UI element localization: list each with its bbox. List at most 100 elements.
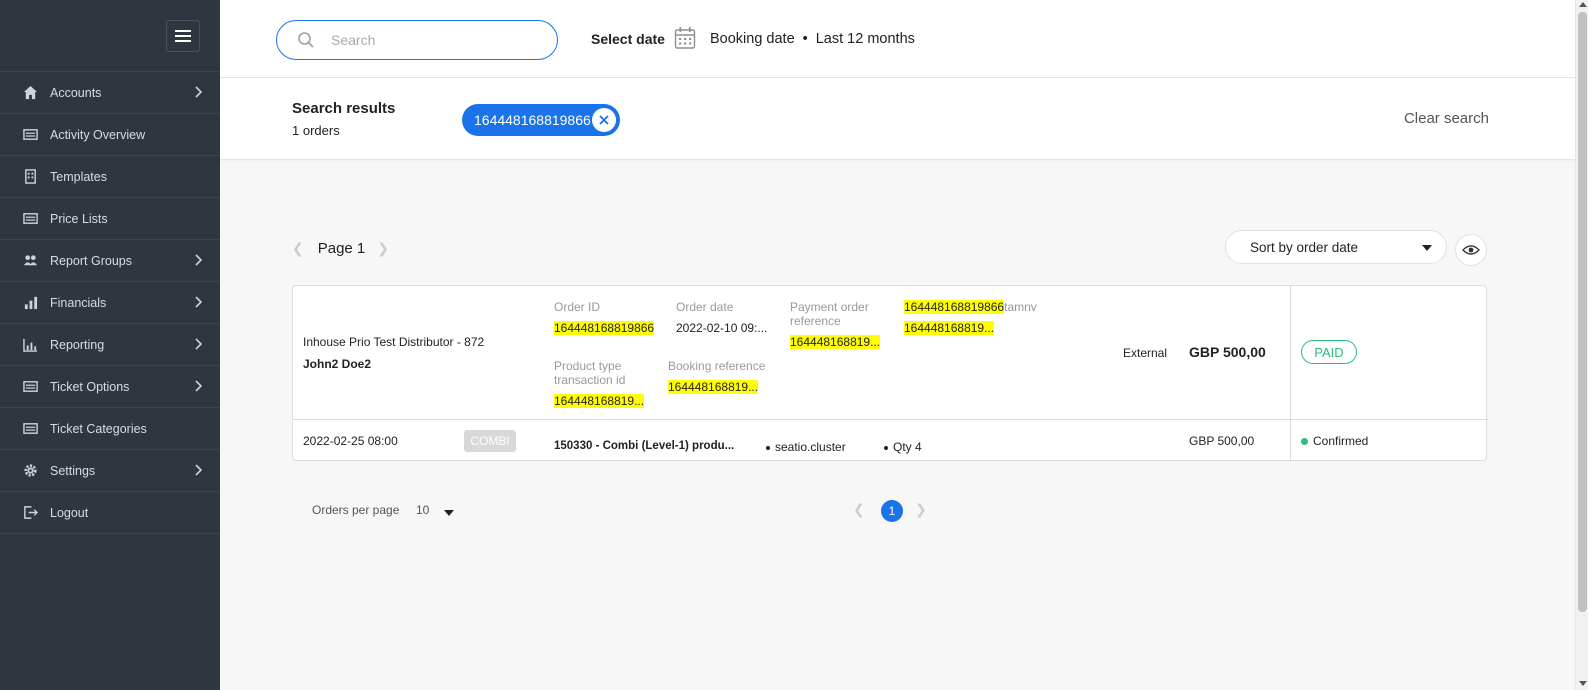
payment-ref: 164448168819... [790, 335, 881, 349]
line-amount: GBP 500,00 [1189, 434, 1255, 448]
search-input[interactable] [331, 32, 531, 48]
sidebar-item-label: Accounts [50, 85, 102, 100]
menu-toggle-button[interactable] [166, 20, 200, 52]
line-product: 150330 - Combi (Level-1) produ... [554, 440, 735, 452]
line-qty: Qty 4 [884, 440, 922, 454]
sidebar-item-ticket-categories[interactable]: Ticket Categories [0, 408, 220, 450]
sidebar-item-reporting[interactable]: Reporting [0, 324, 220, 366]
list-icon [22, 421, 38, 437]
search-icon [298, 32, 314, 48]
bar-chart-icon [22, 295, 38, 311]
sidebar-item-label: Logout [50, 505, 89, 520]
results-count: 1 orders [292, 123, 340, 138]
customer-name: John2 Doe2 [303, 357, 372, 371]
chevron-right-icon[interactable]: ❯ [377, 240, 389, 257]
sidebar-header [0, 0, 220, 72]
date-type: Booking date [710, 31, 795, 47]
sidebar-item-label: Financials [50, 295, 107, 310]
sidebar-item-accounts[interactable]: Accounts [0, 72, 220, 114]
search-results-bar: Search results 1 orders 164448168819866 … [220, 78, 1575, 160]
search-box[interactable] [276, 20, 558, 60]
date-filter[interactable]: Booking date • Last 12 months [710, 31, 915, 47]
main-content: Select date Booking date•Last 12 months … [220, 0, 1575, 690]
date-range: Last 12 months [815, 31, 915, 47]
orders-per-page-select[interactable]: 10 [416, 503, 429, 517]
divider [293, 419, 1488, 420]
extra-reference-2: 164448168819... [904, 321, 995, 335]
home-icon [22, 85, 38, 101]
clear-search-link[interactable]: Clear search [1404, 110, 1489, 127]
date-separator: • [802, 31, 808, 47]
current-page-button[interactable]: 1 [881, 500, 903, 522]
close-icon[interactable] [592, 108, 616, 132]
chevron-right-icon [194, 464, 203, 476]
chevron-right-icon [194, 254, 203, 266]
sidebar-item-templates[interactable]: Templates [0, 156, 220, 198]
order-card[interactable]: Inhouse Prio Test Distributor - 872 John… [292, 285, 1488, 462]
sidebar-item-price-lists[interactable]: Price Lists [0, 198, 220, 240]
scroll-up-icon[interactable] [1579, 2, 1587, 7]
sidebar: Accounts Activity Overview Templates Pri… [0, 0, 220, 690]
order-date-label: Order date [676, 300, 734, 314]
gear-icon [22, 463, 38, 479]
sidebar-item-logout[interactable]: Logout [0, 492, 220, 534]
sidebar-item-label: Reporting [50, 337, 105, 352]
caret-down-icon [1422, 245, 1432, 251]
order-id[interactable]: 164448168819866 [554, 321, 655, 335]
chevron-right-icon [194, 380, 203, 392]
next-page-icon[interactable]: ❯ [915, 501, 927, 518]
view-toggle-button[interactable] [1455, 234, 1487, 266]
product-type-id: 164448168819... [554, 394, 645, 408]
chevron-left-icon[interactable]: ❮ [292, 240, 304, 257]
payment-ref-label-line1: Payment order [790, 300, 869, 314]
sort-dropdown[interactable]: Sort by order date [1225, 230, 1447, 264]
status-dot [1301, 438, 1308, 446]
prev-page-icon[interactable]: ❮ [853, 501, 865, 518]
extra-reference-suffix: tamnv [1004, 300, 1037, 314]
scrollbar-thumb[interactable] [1578, 12, 1587, 612]
orders-per-page-label: Orders per page [312, 503, 400, 517]
sidebar-item-report-groups[interactable]: Report Groups [0, 240, 220, 282]
chip-label: 164448168819866 [474, 112, 591, 128]
eye-icon [1462, 245, 1480, 255]
sidebar-item-financials[interactable]: Financials [0, 282, 220, 324]
product-type-label-line2: transaction id [554, 373, 626, 387]
payment-ref-label-line2: reference [790, 314, 841, 328]
sidebar-item-settings[interactable]: Settings [0, 450, 220, 492]
select-date-label: Select date [591, 31, 665, 47]
sidebar-item-label: Price Lists [50, 211, 108, 226]
scrollbar[interactable] [1575, 0, 1588, 690]
line-datetime: 2022-02-25 08:00 [303, 434, 398, 448]
booking-ref: 164448168819... [668, 380, 759, 394]
line-location: seatio.cluster [766, 440, 846, 454]
sidebar-item-label: Report Groups [50, 253, 132, 268]
line-status-label: Confirmed [1313, 434, 1369, 448]
sidebar-item-label: Ticket Categories [50, 421, 147, 436]
logout-icon [22, 505, 38, 521]
sidebar-item-label: Settings [50, 463, 96, 478]
sidebar-item-label: Activity Overview [50, 127, 146, 142]
chevron-right-icon [194, 296, 203, 308]
channel: External [1123, 346, 1168, 360]
search-results-title: Search results [292, 100, 396, 117]
list-icon [22, 127, 38, 143]
product-type-badge: COMBI [464, 430, 516, 452]
scroll-down-icon[interactable] [1579, 681, 1587, 686]
status-badge: PAID [1301, 340, 1357, 364]
page-label: Page 1 [317, 240, 366, 257]
search-term-chip: 164448168819866 [462, 104, 620, 136]
divider [1290, 286, 1291, 462]
order-id-label: Order ID [554, 300, 601, 314]
calendar-icon[interactable] [674, 26, 696, 50]
sort-label: Sort by order date [1250, 239, 1359, 255]
caret-down-icon[interactable] [444, 510, 454, 516]
sidebar-item-activity-overview[interactable]: Activity Overview [0, 114, 220, 156]
chevron-right-icon [194, 86, 203, 98]
sidebar-item-ticket-options[interactable]: Ticket Options [0, 366, 220, 408]
extra-reference: 164448168819866tamnv [904, 300, 1037, 314]
page-indicator: ❮ Page 1 ❯ [292, 240, 389, 257]
line-status: Confirmed [1301, 434, 1368, 448]
building-icon [22, 169, 38, 185]
top-bar: Select date Booking date • Last 12 months [220, 0, 1575, 78]
list-icon [22, 211, 38, 227]
